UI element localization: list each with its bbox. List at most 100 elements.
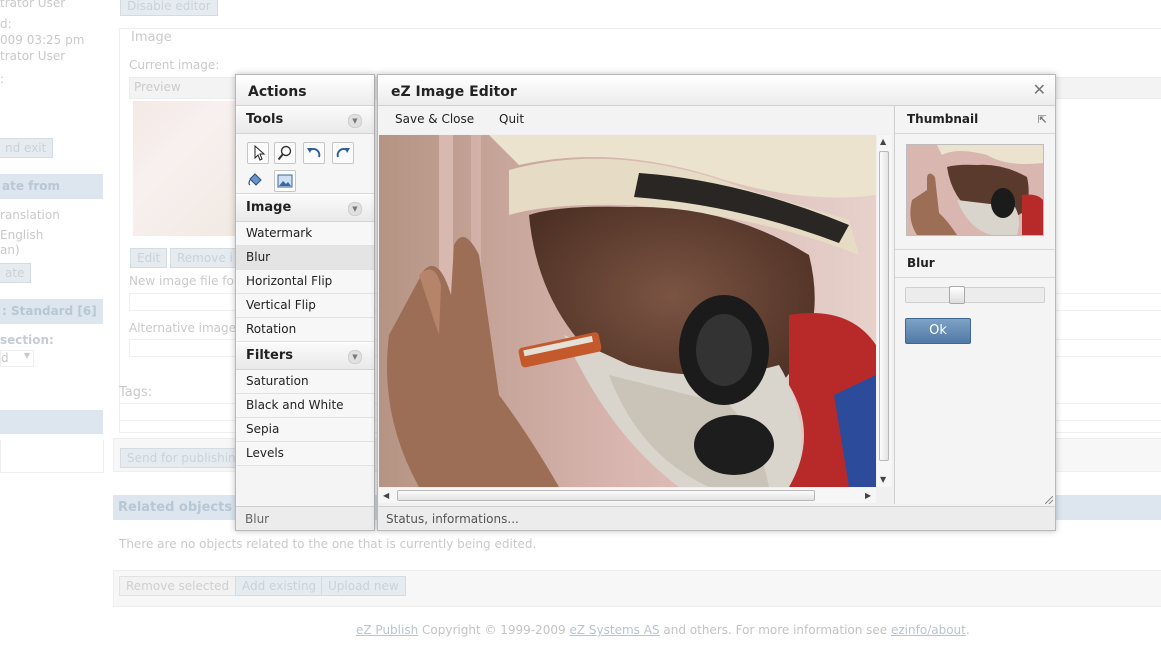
- blur-heading-label: Blur: [907, 256, 935, 270]
- section-select[interactable]: d ▼: [0, 350, 34, 367]
- collapse-icon[interactable]: ▼: [348, 114, 362, 128]
- editor-status: Status, informations...: [378, 506, 1055, 530]
- section-select-value: d: [1, 351, 9, 365]
- pointer-icon: [254, 145, 266, 161]
- alt-image-label: Alternative image t: [129, 321, 245, 335]
- modified-label: d:: [0, 17, 12, 31]
- translation-label: ranslation: [0, 208, 60, 222]
- upload-new-button[interactable]: Upload new: [321, 576, 406, 596]
- footer-copyright: Copyright © 1999-2009: [418, 623, 570, 637]
- filters-heading[interactable]: Filters ▼: [236, 342, 374, 370]
- ok-button[interactable]: Ok: [905, 318, 971, 344]
- popout-icon[interactable]: ⇱: [1038, 106, 1047, 133]
- undo-icon: [307, 147, 321, 158]
- editor-side-panel: Thumbnail ⇱ Blur Ok: [894, 106, 1055, 504]
- menu-item-vertical-flip[interactable]: Vertical Flip: [236, 294, 374, 318]
- image-canvas[interactable]: [379, 135, 876, 487]
- translate-button[interactable]: ate: [0, 263, 32, 283]
- menu-item-rotation[interactable]: Rotation: [236, 318, 374, 342]
- edit-button[interactable]: Edit: [130, 248, 168, 268]
- preview-header: Preview: [134, 80, 181, 94]
- resize-handle-icon[interactable]: [1045, 496, 1053, 504]
- blur-slider[interactable]: [905, 286, 1045, 304]
- paint-bucket-icon: [248, 173, 262, 186]
- blur-slider-knob[interactable]: [949, 286, 965, 304]
- menu-item-black-and-white[interactable]: Black and White: [236, 394, 374, 418]
- left-box: [0, 440, 104, 473]
- collapse-icon[interactable]: ▼: [348, 350, 362, 364]
- menu-item-blur[interactable]: Blur: [236, 246, 374, 270]
- menu-item-sepia[interactable]: Sepia: [236, 418, 374, 442]
- paint-bucket-button[interactable]: [245, 170, 265, 190]
- actions-title: Actions: [236, 75, 374, 106]
- remove-image-button[interactable]: Remove i: [170, 248, 240, 268]
- send-for-publishing-button[interactable]: Send for publishing: [120, 448, 251, 468]
- vertical-scrollbar[interactable]: ▲ ▼: [877, 135, 892, 487]
- thumbnail-image[interactable]: [906, 144, 1044, 236]
- left-blue-bar: [0, 410, 103, 434]
- menu-item-saturation[interactable]: Saturation: [236, 370, 374, 394]
- menu-item-horizontal-flip[interactable]: Horizontal Flip: [236, 270, 374, 294]
- zoom-tool-button[interactable]: [274, 142, 296, 164]
- redo-button[interactable]: [332, 142, 354, 164]
- thumbnail-photo: [907, 145, 1043, 235]
- footer: eZ Publish Copyright © 1999-2009 eZ Syst…: [356, 623, 970, 637]
- tags-label: Tags:: [119, 385, 153, 400]
- ez-systems-link[interactable]: eZ Systems AS: [570, 623, 660, 637]
- image-tool-button[interactable]: [274, 170, 296, 192]
- horizontal-scroll-thumb[interactable]: [397, 490, 815, 501]
- scroll-down-icon[interactable]: ▼: [880, 475, 886, 484]
- filters-heading-label: Filters: [246, 348, 293, 363]
- footer-others: and others. For more information see: [659, 623, 891, 637]
- translate-heading: ate from: [0, 174, 103, 199]
- related-empty-message: There are no objects related to the one …: [119, 537, 537, 551]
- scroll-left-icon[interactable]: ◀: [383, 491, 389, 500]
- tools-group: [236, 134, 374, 194]
- close-icon[interactable]: ✕: [1033, 80, 1046, 99]
- thumbnail-heading: Thumbnail ⇱: [895, 106, 1055, 134]
- save-exit-button[interactable]: nd exit: [0, 138, 54, 158]
- menu-item-watermark[interactable]: Watermark: [236, 222, 374, 246]
- current-image-label: Current image:: [129, 58, 220, 72]
- image-heading-label: Image: [246, 200, 292, 215]
- photo-image: [379, 135, 876, 487]
- menu-item-levels[interactable]: Levels: [236, 442, 374, 466]
- quit-button[interactable]: Quit: [499, 112, 524, 126]
- section-heading: : Standard [6]: [0, 299, 103, 324]
- modified-by: trator User: [0, 49, 66, 63]
- colon-label: :: [0, 72, 5, 86]
- ezinfo-link[interactable]: ezinfo/about: [891, 623, 966, 637]
- image-editor-window: eZ Image Editor ✕ Save & Close Quit ▲ ▼ …: [377, 74, 1056, 531]
- footer-period: .: [965, 623, 970, 637]
- redo-icon: [336, 147, 350, 158]
- actions-status: Blur: [236, 506, 374, 530]
- tools-heading[interactable]: Tools ▼: [236, 106, 374, 134]
- image-legend: Image: [126, 30, 177, 45]
- preview-image: [133, 101, 236, 236]
- chevron-down-icon: ▼: [23, 351, 30, 360]
- zoom-icon: [277, 145, 292, 161]
- new-image-label: New image file for: [129, 274, 239, 288]
- tools-heading-label: Tools: [246, 112, 284, 127]
- editor-title: eZ Image Editor: [378, 75, 1055, 106]
- created-by: trator User: [0, 0, 66, 10]
- pointer-tool-button[interactable]: [247, 142, 269, 164]
- undo-button[interactable]: [303, 142, 325, 164]
- english-sub: an): [0, 243, 20, 257]
- add-existing-button[interactable]: Add existing: [235, 576, 324, 596]
- save-close-button[interactable]: Save & Close: [395, 112, 474, 126]
- horizontal-scrollbar[interactable]: ◀ ▶: [379, 488, 876, 503]
- image-icon: [277, 174, 293, 188]
- scroll-right-icon[interactable]: ▶: [865, 491, 871, 500]
- vertical-scroll-thumb[interactable]: [879, 151, 889, 461]
- modified-date: 009 03:25 pm: [0, 33, 85, 47]
- scroll-up-icon[interactable]: ▲: [880, 137, 886, 146]
- actions-panel: Actions Tools ▼ Image ▼ Watermark Blur Hor…: [235, 74, 375, 531]
- english-option[interactable]: English: [0, 228, 43, 242]
- collapse-icon[interactable]: ▼: [348, 202, 362, 216]
- thumbnail-heading-label: Thumbnail: [907, 112, 979, 126]
- remove-selected-button[interactable]: Remove selected: [119, 576, 237, 596]
- image-heading[interactable]: Image ▼: [236, 194, 374, 222]
- disable-editor-button[interactable]: Disable editor: [120, 0, 218, 16]
- ez-publish-link[interactable]: eZ Publish: [356, 623, 418, 637]
